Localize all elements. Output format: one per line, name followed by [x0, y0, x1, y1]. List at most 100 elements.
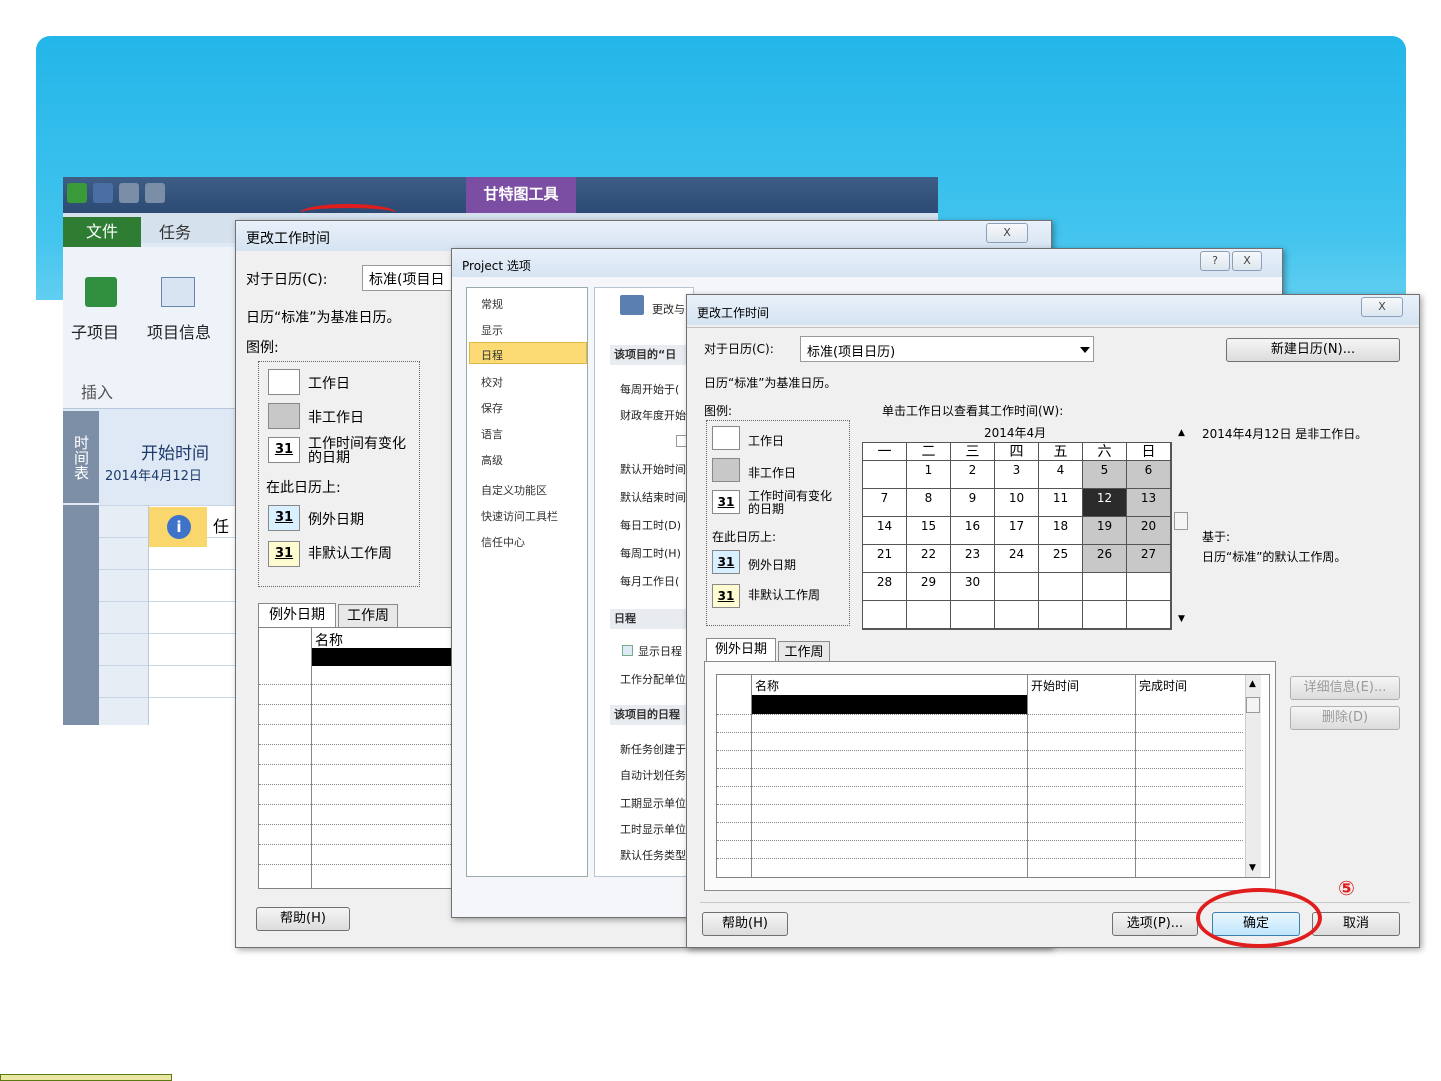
- calendar-day[interactable]: 6: [1127, 461, 1171, 489]
- options-button[interactable]: 选项(P)...: [1112, 912, 1198, 936]
- calendar-day[interactable]: 13: [1127, 489, 1171, 517]
- exceptions-table[interactable]: 名称 开始时间 完成时间 ▲ ▼: [716, 674, 1270, 878]
- nav-item-advanced[interactable]: 高级: [481, 452, 503, 468]
- table-row[interactable]: [259, 724, 457, 725]
- calendar-day[interactable]: 17: [995, 517, 1039, 545]
- scroll-up-icon[interactable]: ▲: [1178, 428, 1185, 438]
- table-row[interactable]: [259, 844, 457, 845]
- weekday-header[interactable]: 六: [1083, 443, 1127, 461]
- calendar-day[interactable]: 28: [863, 573, 907, 601]
- table-row[interactable]: [717, 822, 1243, 823]
- help-icon[interactable]: ?: [1200, 251, 1230, 271]
- calendar-day[interactable]: 30: [951, 573, 995, 601]
- calendar-day[interactable]: [1083, 573, 1127, 601]
- calendar-day[interactable]: 9: [951, 489, 995, 517]
- table-scroll-thumb[interactable]: [1246, 697, 1260, 713]
- calendar-day[interactable]: [1039, 573, 1083, 601]
- weekday-header[interactable]: 三: [951, 443, 995, 461]
- calendar-day[interactable]: 14: [863, 517, 907, 545]
- chevron-down-icon[interactable]: [1080, 347, 1090, 353]
- close-icon[interactable]: X: [986, 223, 1028, 243]
- nav-item-display[interactable]: 显示: [481, 322, 503, 338]
- table-row[interactable]: [717, 858, 1243, 859]
- help-button[interactable]: 帮助(H): [702, 912, 788, 936]
- table-row[interactable]: [717, 750, 1243, 751]
- calendar-day[interactable]: 8: [907, 489, 951, 517]
- calendar-day[interactable]: 7: [863, 489, 907, 517]
- undo-icon[interactable]: [119, 183, 139, 203]
- selected-row[interactable]: [752, 695, 1027, 714]
- nav-item-schedule[interactable]: 日程: [481, 347, 503, 363]
- project-info-icon[interactable]: [161, 277, 195, 307]
- calendar-day[interactable]: 16: [951, 517, 995, 545]
- cancel-button[interactable]: 取消: [1312, 912, 1400, 936]
- weekday-header[interactable]: 一: [863, 443, 907, 461]
- table-row[interactable]: [717, 786, 1243, 787]
- weekday-header[interactable]: 五: [1039, 443, 1083, 461]
- calendar-day[interactable]: 11: [1039, 489, 1083, 517]
- help-button[interactable]: 帮助(H): [256, 907, 350, 931]
- show-schedule-checkbox[interactable]: [622, 645, 633, 656]
- table-row[interactable]: [259, 704, 457, 705]
- save-icon[interactable]: [93, 183, 113, 203]
- calendar-day[interactable]: 22: [907, 545, 951, 573]
- calendar-day[interactable]: 25: [1039, 545, 1083, 573]
- tab-exceptions[interactable]: 例外日期: [258, 603, 336, 627]
- table-row[interactable]: [259, 764, 457, 765]
- calendar-day[interactable]: 23: [951, 545, 995, 573]
- calendar-day[interactable]: 20: [1127, 517, 1171, 545]
- weekday-header[interactable]: 四: [995, 443, 1039, 461]
- calendar-day[interactable]: 12: [1083, 489, 1127, 517]
- calendar-day[interactable]: 4: [1039, 461, 1083, 489]
- calendar-day[interactable]: [995, 573, 1039, 601]
- calendar-day[interactable]: [995, 601, 1039, 629]
- table-row[interactable]: [259, 784, 457, 785]
- month-calendar[interactable]: 一二三四五六日 1 2 3 4 5 6 7 8 9 10 11 12 13 14 15 16 17 18 19 20 21…: [862, 442, 1172, 630]
- nav-item-proofing[interactable]: 校对: [481, 374, 503, 390]
- calendar-day[interactable]: 29: [907, 573, 951, 601]
- table-row[interactable]: [259, 824, 457, 825]
- calendar-day[interactable]: [1039, 601, 1083, 629]
- calendar-day[interactable]: 26: [1083, 545, 1127, 573]
- table-row[interactable]: [259, 804, 457, 805]
- weekday-header[interactable]: 二: [907, 443, 951, 461]
- weekday-header[interactable]: 日: [1127, 443, 1171, 461]
- calendar-day[interactable]: [951, 601, 995, 629]
- table-row[interactable]: [717, 714, 1243, 715]
- calendar-day[interactable]: [1127, 601, 1171, 629]
- calendar-day[interactable]: 1: [907, 461, 951, 489]
- calendar-day[interactable]: [1083, 601, 1127, 629]
- table-row[interactable]: [259, 744, 457, 745]
- nav-item-general[interactable]: 常规: [481, 296, 503, 312]
- calendar-scrollbar[interactable]: [1174, 430, 1190, 630]
- close-icon[interactable]: X: [1361, 297, 1403, 317]
- scroll-up-icon[interactable]: ▲: [1249, 679, 1256, 689]
- calendar-day[interactable]: 21: [863, 545, 907, 573]
- calendar-day[interactable]: 19: [1083, 517, 1127, 545]
- new-calendar-button[interactable]: 新建日历(N)...: [1226, 338, 1400, 362]
- table-row[interactable]: [259, 684, 457, 685]
- calendar-day[interactable]: 5: [1083, 461, 1127, 489]
- table-row[interactable]: [717, 804, 1243, 805]
- table-row[interactable]: [717, 768, 1243, 769]
- tab-file[interactable]: 文件: [63, 217, 141, 247]
- nav-item-language[interactable]: 语言: [481, 426, 503, 442]
- calendar-select[interactable]: 标准(项目日历): [800, 336, 1094, 362]
- calendar-day[interactable]: 18: [1039, 517, 1083, 545]
- table-row[interactable]: [717, 732, 1243, 733]
- gantt-tools-tab[interactable]: 甘特图工具: [466, 177, 576, 213]
- scroll-down-icon[interactable]: ▼: [1178, 614, 1185, 624]
- subproject-icon[interactable]: [85, 277, 117, 307]
- calendar-day[interactable]: [863, 601, 907, 629]
- tab-task[interactable]: 任务: [159, 219, 191, 243]
- calendar-day[interactable]: 3: [995, 461, 1039, 489]
- scroll-down-icon[interactable]: ▼: [1249, 863, 1256, 873]
- calendar-day[interactable]: 15: [907, 517, 951, 545]
- calendar-day[interactable]: [863, 461, 907, 489]
- close-icon[interactable]: X: [1232, 251, 1262, 271]
- table-row[interactable]: [717, 840, 1243, 841]
- calendar-day[interactable]: 10: [995, 489, 1039, 517]
- details-button[interactable]: 详细信息(E)...: [1290, 676, 1400, 700]
- subproject-button[interactable]: 子项目: [71, 319, 119, 343]
- selected-row[interactable]: [312, 648, 458, 666]
